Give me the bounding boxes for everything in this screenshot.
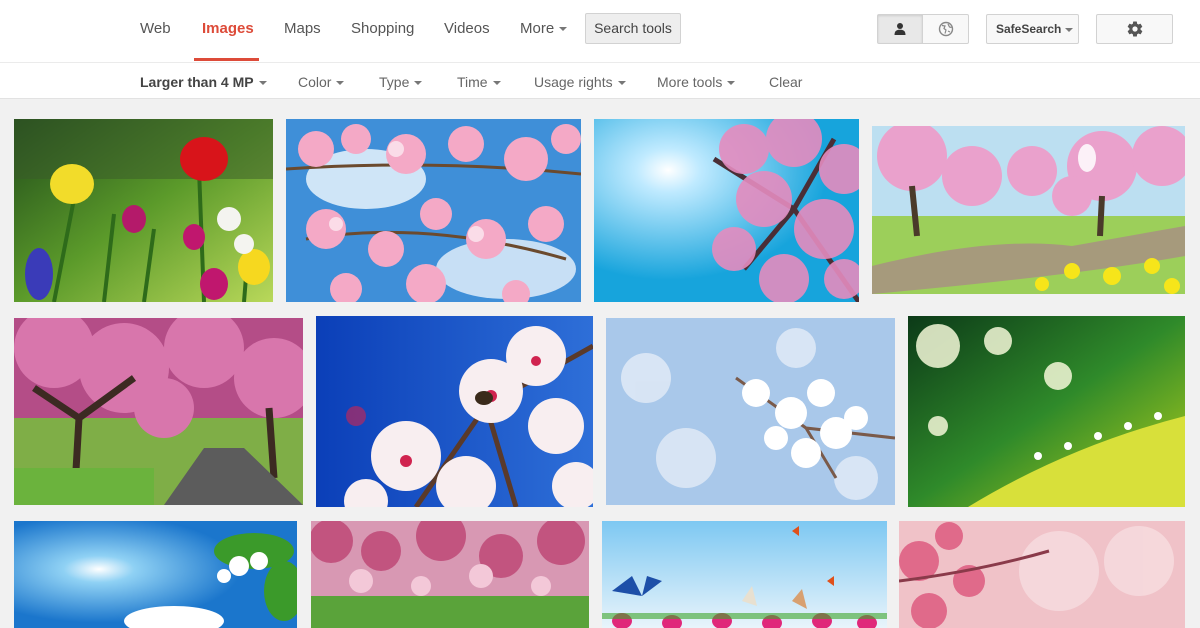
private-results-button[interactable]	[878, 15, 923, 43]
global-results-button[interactable]	[923, 15, 968, 43]
tab-shopping[interactable]: Shopping	[351, 20, 414, 37]
pink-blossom-garden-image	[311, 521, 589, 628]
blossom-park-image	[872, 126, 1185, 294]
top-navigation-bar: Web Images Maps Shopping Videos More Sea…	[0, 0, 1200, 62]
filter-color[interactable]: Color	[298, 74, 345, 90]
tab-videos[interactable]: Videos	[444, 20, 490, 37]
filter-usage-rights-label: Usage rights	[534, 74, 613, 90]
filter-type-label: Type	[379, 74, 410, 90]
chevron-down-icon	[414, 81, 423, 86]
white-blossom-image	[606, 318, 895, 505]
filter-more-tools[interactable]: More tools	[657, 74, 736, 90]
clear-filters-link[interactable]: Clear	[769, 74, 802, 90]
filter-size[interactable]: Larger than 4 MP	[140, 74, 267, 90]
filter-usage-rights[interactable]: Usage rights	[534, 74, 626, 90]
globe-icon	[938, 21, 953, 37]
green-meadow-image	[908, 316, 1185, 507]
cherry-blossom-image	[286, 119, 581, 302]
tab-more[interactable]: More	[520, 20, 568, 37]
search-tools-button[interactable]: Search tools	[585, 13, 681, 44]
filter-type[interactable]: Type	[379, 74, 423, 90]
image-result-butterflies-tulips[interactable]	[602, 521, 887, 628]
blossom-tree-sky-image	[594, 119, 859, 302]
image-result-green-meadow[interactable]	[908, 316, 1185, 507]
image-result-blossom-tree-path[interactable]	[14, 318, 303, 505]
image-result-tulips[interactable]	[14, 119, 273, 302]
search-tools-filter-bar: Larger than 4 MP Color Type Time Usage r…	[0, 62, 1200, 99]
settings-button[interactable]	[1096, 14, 1173, 44]
results-mode-toggle	[877, 14, 969, 44]
chevron-down-icon	[727, 81, 736, 86]
filter-color-label: Color	[298, 74, 332, 90]
tab-maps[interactable]: Maps	[284, 20, 321, 37]
filter-more-tools-label: More tools	[657, 74, 723, 90]
image-result-pink-blossom-bokeh[interactable]	[899, 521, 1185, 628]
filter-time-label: Time	[457, 74, 488, 90]
pink-blossom-bokeh-image	[899, 521, 1185, 628]
image-result-blossom-park-butterflies[interactable]	[872, 126, 1185, 294]
tulip-flowers-image	[14, 119, 273, 302]
gear-icon	[1127, 21, 1142, 37]
image-result-cherry-blossom-branches[interactable]	[286, 119, 581, 302]
blossom-tree-path-image	[14, 318, 303, 505]
chevron-down-icon	[492, 81, 501, 86]
chevron-down-icon	[559, 27, 568, 32]
safesearch-label: SafeSearch	[996, 22, 1062, 36]
filter-size-label: Larger than 4 MP	[140, 74, 254, 90]
tab-more-label: More	[520, 20, 555, 37]
filter-time[interactable]: Time	[457, 74, 501, 90]
image-result-blossom-closeup-bee[interactable]	[316, 316, 593, 507]
safesearch-button[interactable]: SafeSearch	[986, 14, 1079, 44]
person-icon	[894, 23, 906, 35]
blossom-closeup-image	[316, 316, 593, 507]
tab-web[interactable]: Web	[140, 20, 171, 37]
sunny-sky-image	[14, 521, 297, 628]
image-result-sunny-sky-blossom[interactable]	[14, 521, 297, 628]
active-tab-indicator	[194, 58, 259, 61]
tab-images[interactable]: Images	[202, 20, 254, 37]
chevron-down-icon	[336, 81, 345, 86]
chevron-down-icon	[1065, 27, 1074, 32]
image-result-sunlit-blossom-tree[interactable]	[594, 119, 859, 302]
chevron-down-icon	[617, 81, 626, 86]
butterflies-tulips-image	[602, 521, 887, 628]
image-result-pink-blossom-garden[interactable]	[311, 521, 589, 628]
chevron-down-icon	[258, 81, 267, 86]
image-result-white-blossom-sky[interactable]	[606, 318, 895, 505]
